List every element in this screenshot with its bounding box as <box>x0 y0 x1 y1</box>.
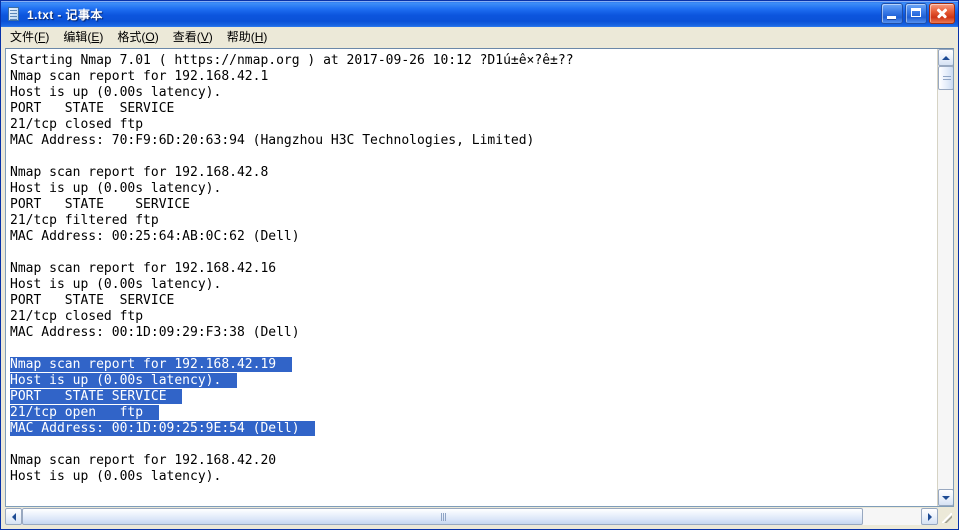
text-line <box>10 437 937 453</box>
window-title: 1.txt - 记事本 <box>27 7 103 22</box>
horizontal-scroll-track[interactable] <box>22 508 921 525</box>
text-line: Nmap scan report for 192.168.42.16 <box>10 261 277 276</box>
text-line: MAC Address: 00:25:64:AB:0C:62 (Dell) <box>10 229 300 244</box>
horizontal-scroll-thumb[interactable] <box>22 508 863 525</box>
text-line: PORT STATE SERVICE <box>10 197 191 212</box>
text-line <box>10 245 937 261</box>
text-line: Nmap scan report for 192.168.42.19 <box>10 357 937 373</box>
close-button[interactable] <box>929 3 955 24</box>
menu-item-file[interactable]: 文件(F) <box>3 28 56 47</box>
text-line: Nmap scan report for 192.168.42.20 <box>10 453 277 468</box>
text-line: MAC Address: 00:1D:09:25:9E:54 (Dell) <box>10 421 937 437</box>
selected-text: Host is up (0.00s latency). <box>10 373 237 388</box>
selected-text: 21/tcp open ftp <box>10 405 159 420</box>
text-line: MAC Address: 00:1D:09:29:F3:38 (Dell) <box>10 325 300 340</box>
chevron-left-icon <box>11 512 16 521</box>
menu-item-format[interactable]: 格式(O) <box>110 28 165 47</box>
client-area: Starting Nmap 7.01 ( https://nmap.org ) … <box>1 48 958 529</box>
chevron-up-icon <box>942 55 950 60</box>
menu-item-view[interactable]: 查看(V) <box>166 28 220 47</box>
minimize-icon <box>887 16 896 19</box>
text-line: PORT STATE SERVICE <box>10 293 175 308</box>
menu-item-edit[interactable]: 编辑(E) <box>56 28 110 47</box>
vertical-scrollbar[interactable] <box>937 49 953 506</box>
text-line: 21/tcp closed ftp <box>10 117 144 132</box>
menu-mnemonic-format: O <box>145 29 155 44</box>
text-line: 21/tcp open ftp <box>10 405 937 421</box>
text-line <box>10 341 937 357</box>
menu-bar: 文件(F) 编辑(E) 格式(O) 查看(V) 帮助(H) <box>1 27 958 48</box>
text-line: MAC Address: 70:F9:6D:20:63:94 (Hangzhou… <box>10 133 535 148</box>
chevron-down-icon <box>942 495 950 500</box>
text-line <box>10 149 937 165</box>
text-line: Host is up (0.00s latency). <box>10 469 222 484</box>
maximize-button[interactable] <box>905 3 927 24</box>
scroll-up-button[interactable] <box>938 49 953 66</box>
close-icon <box>936 8 948 19</box>
chevron-right-icon <box>927 512 932 521</box>
maximize-icon <box>911 8 921 17</box>
text-line: Nmap scan report for 192.168.42.8 <box>10 165 269 180</box>
notepad-window: 1.txt - 记事本 文件(F) 编辑(E) 格式(O) 查看(V) 帮助(H… <box>0 0 959 530</box>
horizontal-scrollbar-row <box>5 508 954 525</box>
notepad-document-icon <box>6 6 22 22</box>
menu-item-help[interactable]: 帮助(H) <box>220 28 275 47</box>
vertical-scroll-track[interactable] <box>938 66 953 489</box>
scroll-right-button[interactable] <box>921 508 938 525</box>
text-line: 21/tcp filtered ftp <box>10 213 159 228</box>
resize-grip[interactable] <box>938 508 954 525</box>
minimize-button[interactable] <box>881 3 903 24</box>
text-line: PORT STATE SERVICE <box>10 389 937 405</box>
text-line: Host is up (0.00s latency). <box>10 181 222 196</box>
text-editor[interactable]: Starting Nmap 7.01 ( https://nmap.org ) … <box>6 49 937 506</box>
editor-frame: Starting Nmap 7.01 ( https://nmap.org ) … <box>5 48 954 507</box>
selected-text: Nmap scan report for 192.168.42.19 <box>10 357 292 372</box>
scroll-left-button[interactable] <box>5 508 22 525</box>
selected-text: PORT STATE SERVICE <box>10 389 183 404</box>
text-line: Host is up (0.00s latency). <box>10 85 222 100</box>
text-line: Host is up (0.00s latency). <box>10 277 222 292</box>
vertical-scroll-thumb[interactable] <box>938 66 953 90</box>
scroll-down-button[interactable] <box>938 489 953 506</box>
text-line: Host is up (0.00s latency). <box>10 373 937 389</box>
text-line: 21/tcp closed ftp <box>10 309 144 324</box>
horizontal-scrollbar[interactable] <box>5 508 938 525</box>
window-controls <box>881 3 955 24</box>
menu-mnemonic-view: V <box>200 29 209 44</box>
text-line: Nmap scan report for 192.168.42.1 <box>10 69 269 84</box>
selected-text: MAC Address: 00:1D:09:25:9E:54 (Dell) <box>10 421 316 436</box>
text-line: PORT STATE SERVICE <box>10 101 175 116</box>
text-line: Starting Nmap 7.01 ( https://nmap.org ) … <box>10 53 574 68</box>
title-bar[interactable]: 1.txt - 记事本 <box>1 1 958 27</box>
